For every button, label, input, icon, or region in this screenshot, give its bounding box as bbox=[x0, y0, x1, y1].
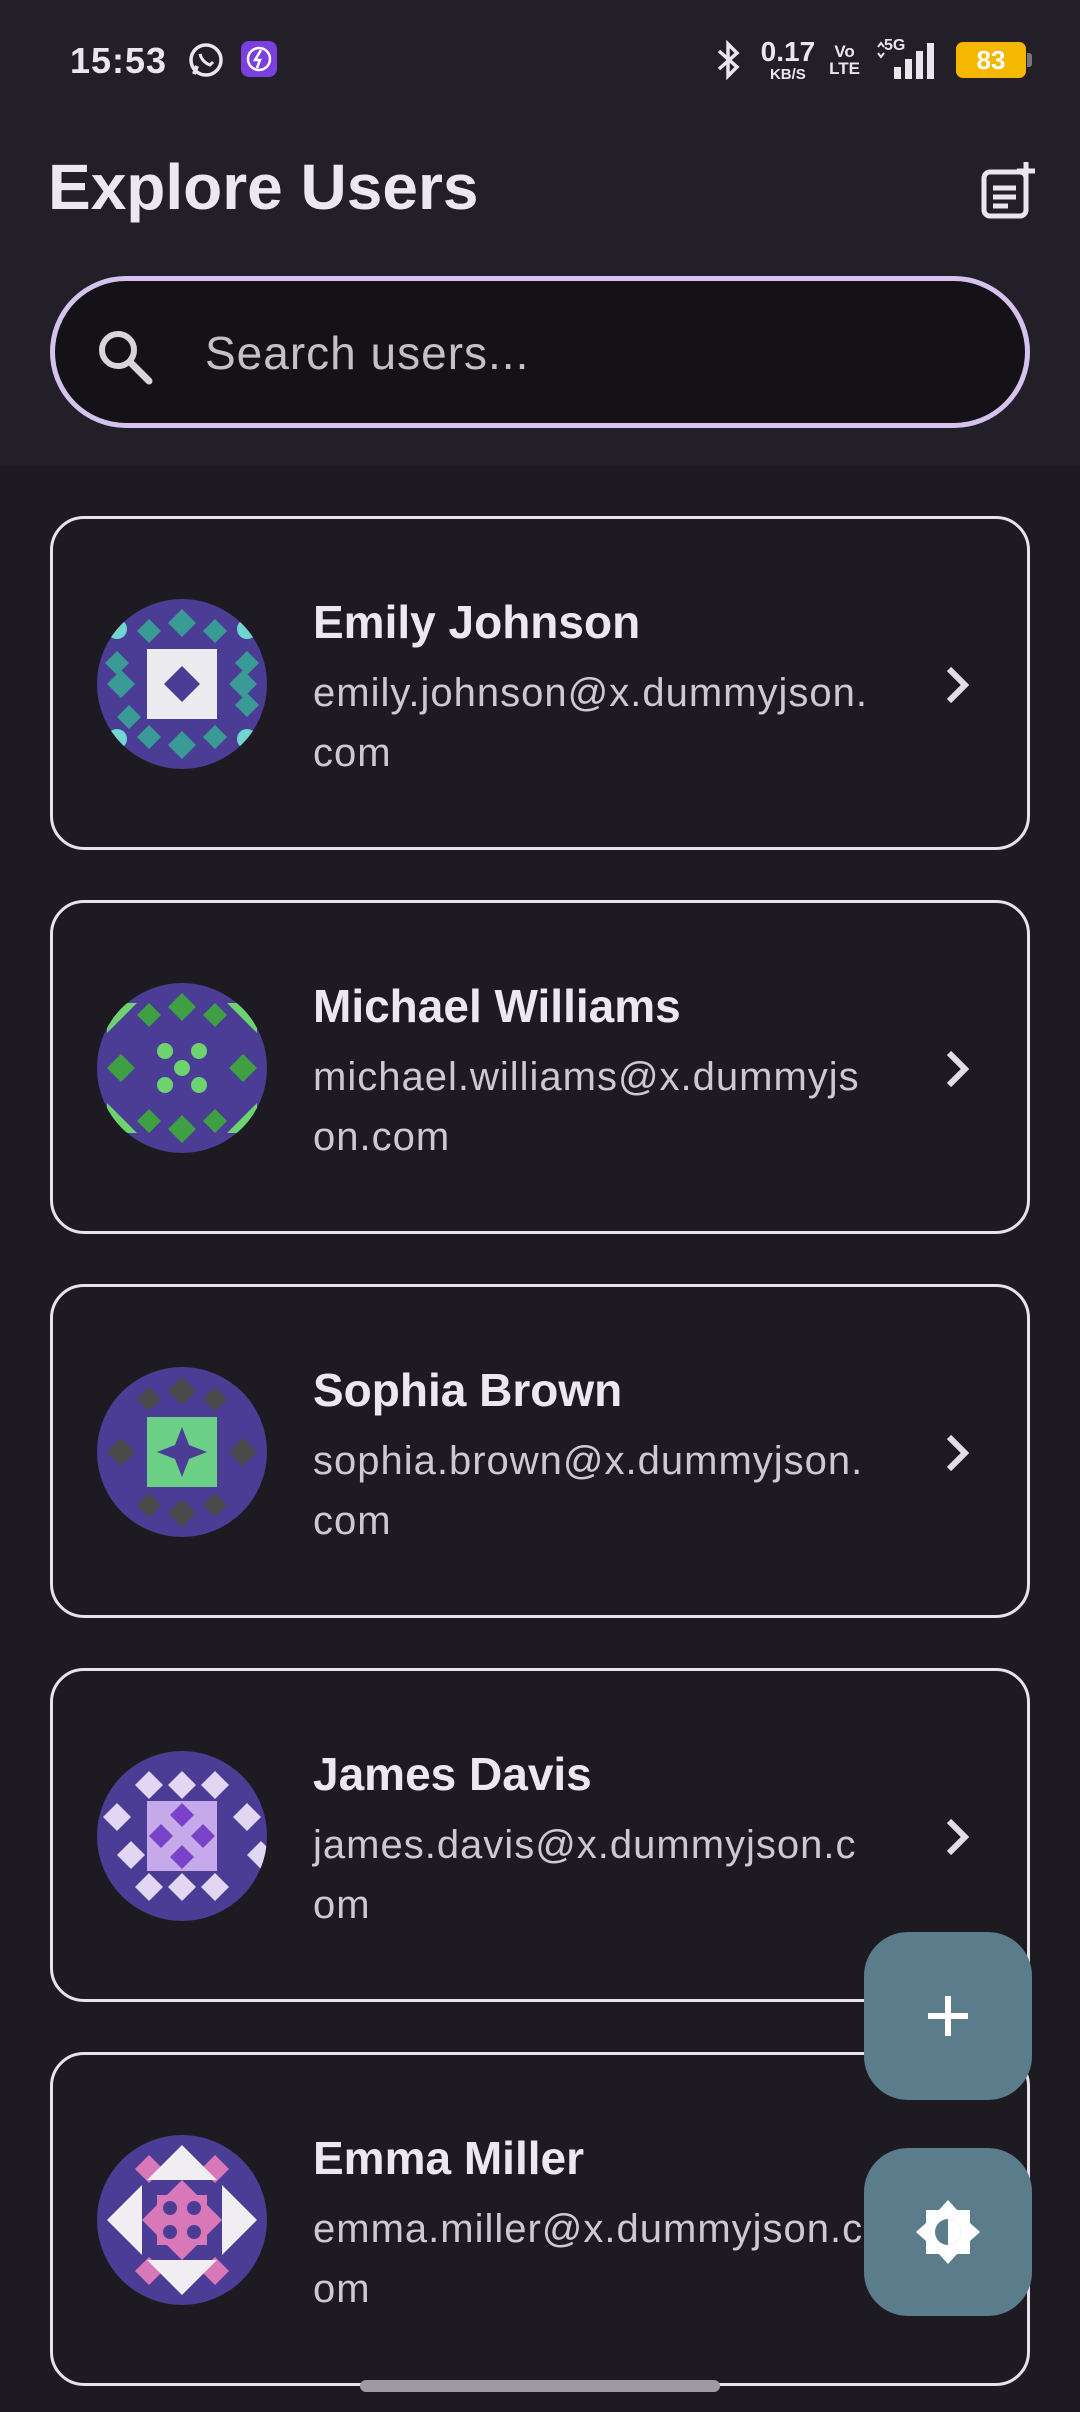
chevron-right-icon bbox=[946, 666, 970, 704]
user-name: Michael Williams bbox=[313, 980, 681, 1032]
search-bar[interactable] bbox=[50, 276, 1030, 428]
bluetooth-icon bbox=[717, 39, 740, 81]
user-card[interactable]: Michael Williams michael.williams@x.dumm… bbox=[50, 900, 1030, 1234]
avatar bbox=[97, 1751, 267, 1921]
avatar bbox=[97, 1367, 267, 1537]
search-icon bbox=[99, 331, 153, 385]
user-email: michael.williams@x.dummyjson.com bbox=[313, 1055, 860, 1159]
add-user-button[interactable] bbox=[864, 1932, 1032, 2100]
add-note-icon[interactable] bbox=[978, 160, 1040, 222]
user-name: James Davis bbox=[313, 1748, 592, 1800]
user-card[interactable]: Emily Johnson emily.johnson@x.dummyjson.… bbox=[50, 516, 1030, 850]
chevron-right-icon bbox=[946, 1818, 970, 1856]
avatar bbox=[97, 2135, 267, 2305]
page-title: Explore Users bbox=[48, 151, 479, 223]
home-indicator[interactable] bbox=[360, 2380, 720, 2392]
chevron-right-icon bbox=[946, 1050, 970, 1088]
theme-toggle-button[interactable] bbox=[864, 2148, 1032, 2316]
avatar bbox=[97, 599, 267, 769]
user-name: Sophia Brown bbox=[313, 1364, 623, 1416]
battery-indicator: 83 bbox=[956, 42, 1032, 78]
user-email: sophia.brown@x.dummyjson.com bbox=[313, 1439, 864, 1543]
signal-icon: 5G bbox=[874, 37, 942, 81]
power-app-icon bbox=[241, 41, 277, 77]
volte-indicator: Vo LTE bbox=[829, 42, 860, 78]
user-email: james.davis@x.dummyjson.com bbox=[313, 1823, 857, 1927]
status-time: 15:53 bbox=[70, 40, 168, 81]
user-email: emily.johnson@x.dummyjson.com bbox=[313, 671, 868, 775]
whatsapp-icon bbox=[189, 43, 223, 77]
user-card[interactable]: Sophia Brown sophia.brown@x.dummyjson.co… bbox=[50, 1284, 1030, 1618]
user-name: Emma Miller bbox=[313, 2132, 584, 2184]
chevron-right-icon bbox=[946, 1434, 970, 1472]
plus-icon bbox=[928, 1996, 968, 2036]
user-email: emma.miller@x.dummyjson.com bbox=[313, 2207, 864, 2311]
network-speed: 0.17 KB/S bbox=[760, 36, 816, 83]
brightness-icon bbox=[916, 2200, 980, 2264]
status-bar: 15:53 0.17 KB/S Vo LTE 5G 83 bbox=[0, 0, 1080, 124]
user-name: Emily Johnson bbox=[313, 596, 641, 648]
search-input[interactable] bbox=[205, 317, 985, 389]
avatar bbox=[97, 983, 267, 1153]
